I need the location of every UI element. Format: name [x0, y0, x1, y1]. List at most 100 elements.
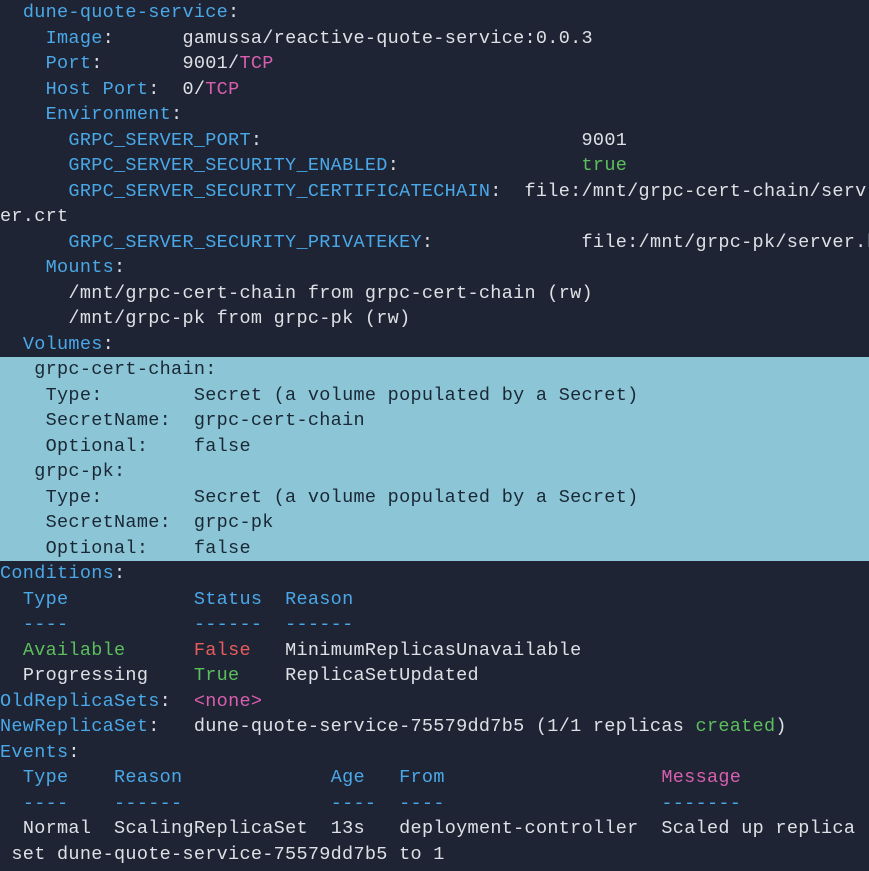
header-reason: Reason — [114, 767, 182, 788]
secretname-label: SecretName — [46, 410, 160, 431]
header-type: Type — [23, 767, 69, 788]
header-reason: Reason — [285, 589, 353, 610]
host-port-line: Host Port: 0/TCP — [0, 77, 869, 103]
volume-name: grpc-cert-chain — [34, 359, 205, 380]
type-value: Secret (a volume populated by a Secret) — [194, 385, 639, 406]
optional-value: false — [194, 538, 251, 559]
mount-value: /mnt/grpc-cert-chain from grpc-cert-chai… — [68, 283, 592, 304]
env-value: file:/mnt/grpc-cert-chain/serv — [525, 181, 867, 202]
host-port-label: Host Port — [46, 79, 149, 100]
type-label: Type — [46, 385, 92, 406]
conditions-dashes: ---- ------ ------ — [0, 612, 869, 638]
condition-type: Progressing — [23, 665, 148, 686]
env-var-line: GRPC_SERVER_SECURITY_CERTIFICATECHAIN: f… — [0, 179, 869, 205]
env-value: 9001 — [582, 130, 628, 151]
condition-status: False — [194, 640, 251, 661]
mount-line: /mnt/grpc-pk from grpc-pk (rw) — [0, 306, 869, 332]
event-row-continuation: set dune-quote-service-75579dd7b5 to 1 — [0, 842, 869, 868]
mount-value: /mnt/grpc-pk from grpc-pk (rw) — [68, 308, 410, 329]
conditions-label-line: Conditions: — [0, 561, 869, 587]
old-replicasets-line: OldReplicaSets: <none> — [0, 689, 869, 715]
optional-label: Optional — [46, 538, 137, 559]
volume-secretname-line: SecretName: grpc-pk — [0, 510, 869, 536]
env-value: file:/mnt/grpc-pk/server.key — [582, 232, 869, 253]
secretname-value: grpc-cert-chain — [194, 410, 365, 431]
optional-label: Optional — [46, 436, 137, 457]
events-label: Events — [0, 742, 68, 763]
mount-line: /mnt/grpc-cert-chain from grpc-cert-chai… — [0, 281, 869, 307]
new-replicaset-value: dune-quote-service-75579dd7b5 (1/1 repli… — [194, 716, 696, 737]
condition-row: Available False MinimumReplicasUnavailab… — [0, 638, 869, 664]
tcp-protocol: TCP — [205, 79, 239, 100]
event-row: Normal ScalingReplicaSet 13s deployment-… — [0, 816, 869, 842]
volume-name: grpc-pk — [34, 461, 114, 482]
secretname-label: SecretName — [46, 512, 160, 533]
header-status: Status — [194, 589, 262, 610]
tcp-protocol: TCP — [239, 53, 273, 74]
event-type: Normal — [23, 818, 91, 839]
env-key: GRPC_SERVER_SECURITY_ENABLED — [68, 155, 387, 176]
volumes-label-line: Volumes: — [0, 332, 869, 358]
type-value: Secret (a volume populated by a Secret) — [194, 487, 639, 508]
environment-label-line: Environment: — [0, 102, 869, 128]
env-var-line: GRPC_SERVER_SECURITY_PRIVATEKEY: file:/m… — [0, 230, 869, 256]
header-from: From — [399, 767, 445, 788]
service-name-line: dune-quote-service: — [0, 0, 869, 26]
service-name: dune-quote-service — [23, 2, 228, 23]
new-replicaset-label: NewReplicaSet — [0, 716, 148, 737]
secretname-value: grpc-pk — [194, 512, 274, 533]
port-label: Port — [46, 53, 92, 74]
condition-type: Available — [23, 640, 126, 661]
events-label-line: Events: — [0, 740, 869, 766]
env-key: GRPC_SERVER_PORT — [68, 130, 250, 151]
event-from: deployment-controller — [399, 818, 638, 839]
image-label: Image — [46, 28, 103, 49]
event-message: Scaled up replica — [661, 818, 855, 839]
old-replicasets-value: <none> — [194, 691, 262, 712]
header-message: Message — [661, 767, 741, 788]
volume-optional-line: Optional: false — [0, 536, 869, 562]
created-word: created — [696, 716, 776, 737]
header-type: Type — [23, 589, 69, 610]
event-age: 13s — [331, 818, 365, 839]
image-value: gamussa/reactive-quote-service:0.0.3 — [182, 28, 592, 49]
events-dashes: ---- ------ ---- ---- ------- — [0, 791, 869, 817]
volume-secretname-line: SecretName: grpc-cert-chain — [0, 408, 869, 434]
volume-optional-line: Optional: false — [0, 434, 869, 460]
port-value: 9001 — [182, 53, 228, 74]
env-key: GRPC_SERVER_SECURITY_CERTIFICATECHAIN — [68, 181, 490, 202]
condition-row: Progressing True ReplicaSetUpdated — [0, 663, 869, 689]
header-age: Age — [331, 767, 365, 788]
condition-reason: ReplicaSetUpdated — [285, 665, 479, 686]
environment-label: Environment — [46, 104, 171, 125]
new-replicaset-line: NewReplicaSet: dune-quote-service-75579d… — [0, 714, 869, 740]
conditions-label: Conditions — [0, 563, 114, 584]
selected-volumes-block[interactable]: grpc-cert-chain: Type: Secret (a volume … — [0, 357, 869, 561]
mounts-label: Mounts — [46, 257, 114, 278]
host-port-value: 0 — [182, 79, 193, 100]
volume-type-line: Type: Secret (a volume populated by a Se… — [0, 485, 869, 511]
env-var-continuation: er.crt — [0, 204, 869, 230]
terminal-output: dune-quote-service: Image: gamussa/react… — [0, 0, 869, 867]
image-line: Image: gamussa/reactive-quote-service:0.… — [0, 26, 869, 52]
env-value: true — [582, 155, 628, 176]
volumes-label: Volumes — [23, 334, 103, 355]
event-message-cont: set dune-quote-service-75579dd7b5 to 1 — [0, 844, 445, 865]
condition-status: True — [194, 665, 240, 686]
volume-name-line: grpc-cert-chain: — [0, 357, 869, 383]
env-var-line: GRPC_SERVER_SECURITY_ENABLED: true — [0, 153, 869, 179]
old-replicasets-label: OldReplicaSets — [0, 691, 160, 712]
volume-type-line: Type: Secret (a volume populated by a Se… — [0, 383, 869, 409]
mounts-label-line: Mounts: — [0, 255, 869, 281]
type-label: Type — [46, 487, 92, 508]
event-reason: ScalingReplicaSet — [114, 818, 308, 839]
env-var-line: GRPC_SERVER_PORT: 9001 — [0, 128, 869, 154]
optional-value: false — [194, 436, 251, 457]
env-value-cont: er.crt — [0, 206, 68, 227]
events-header: Type Reason Age From Message — [0, 765, 869, 791]
env-key: GRPC_SERVER_SECURITY_PRIVATEKEY — [68, 232, 421, 253]
port-line: Port: 9001/TCP — [0, 51, 869, 77]
volume-name-line: grpc-pk: — [0, 459, 869, 485]
condition-reason: MinimumReplicasUnavailable — [285, 640, 581, 661]
conditions-header: Type Status Reason — [0, 587, 869, 613]
